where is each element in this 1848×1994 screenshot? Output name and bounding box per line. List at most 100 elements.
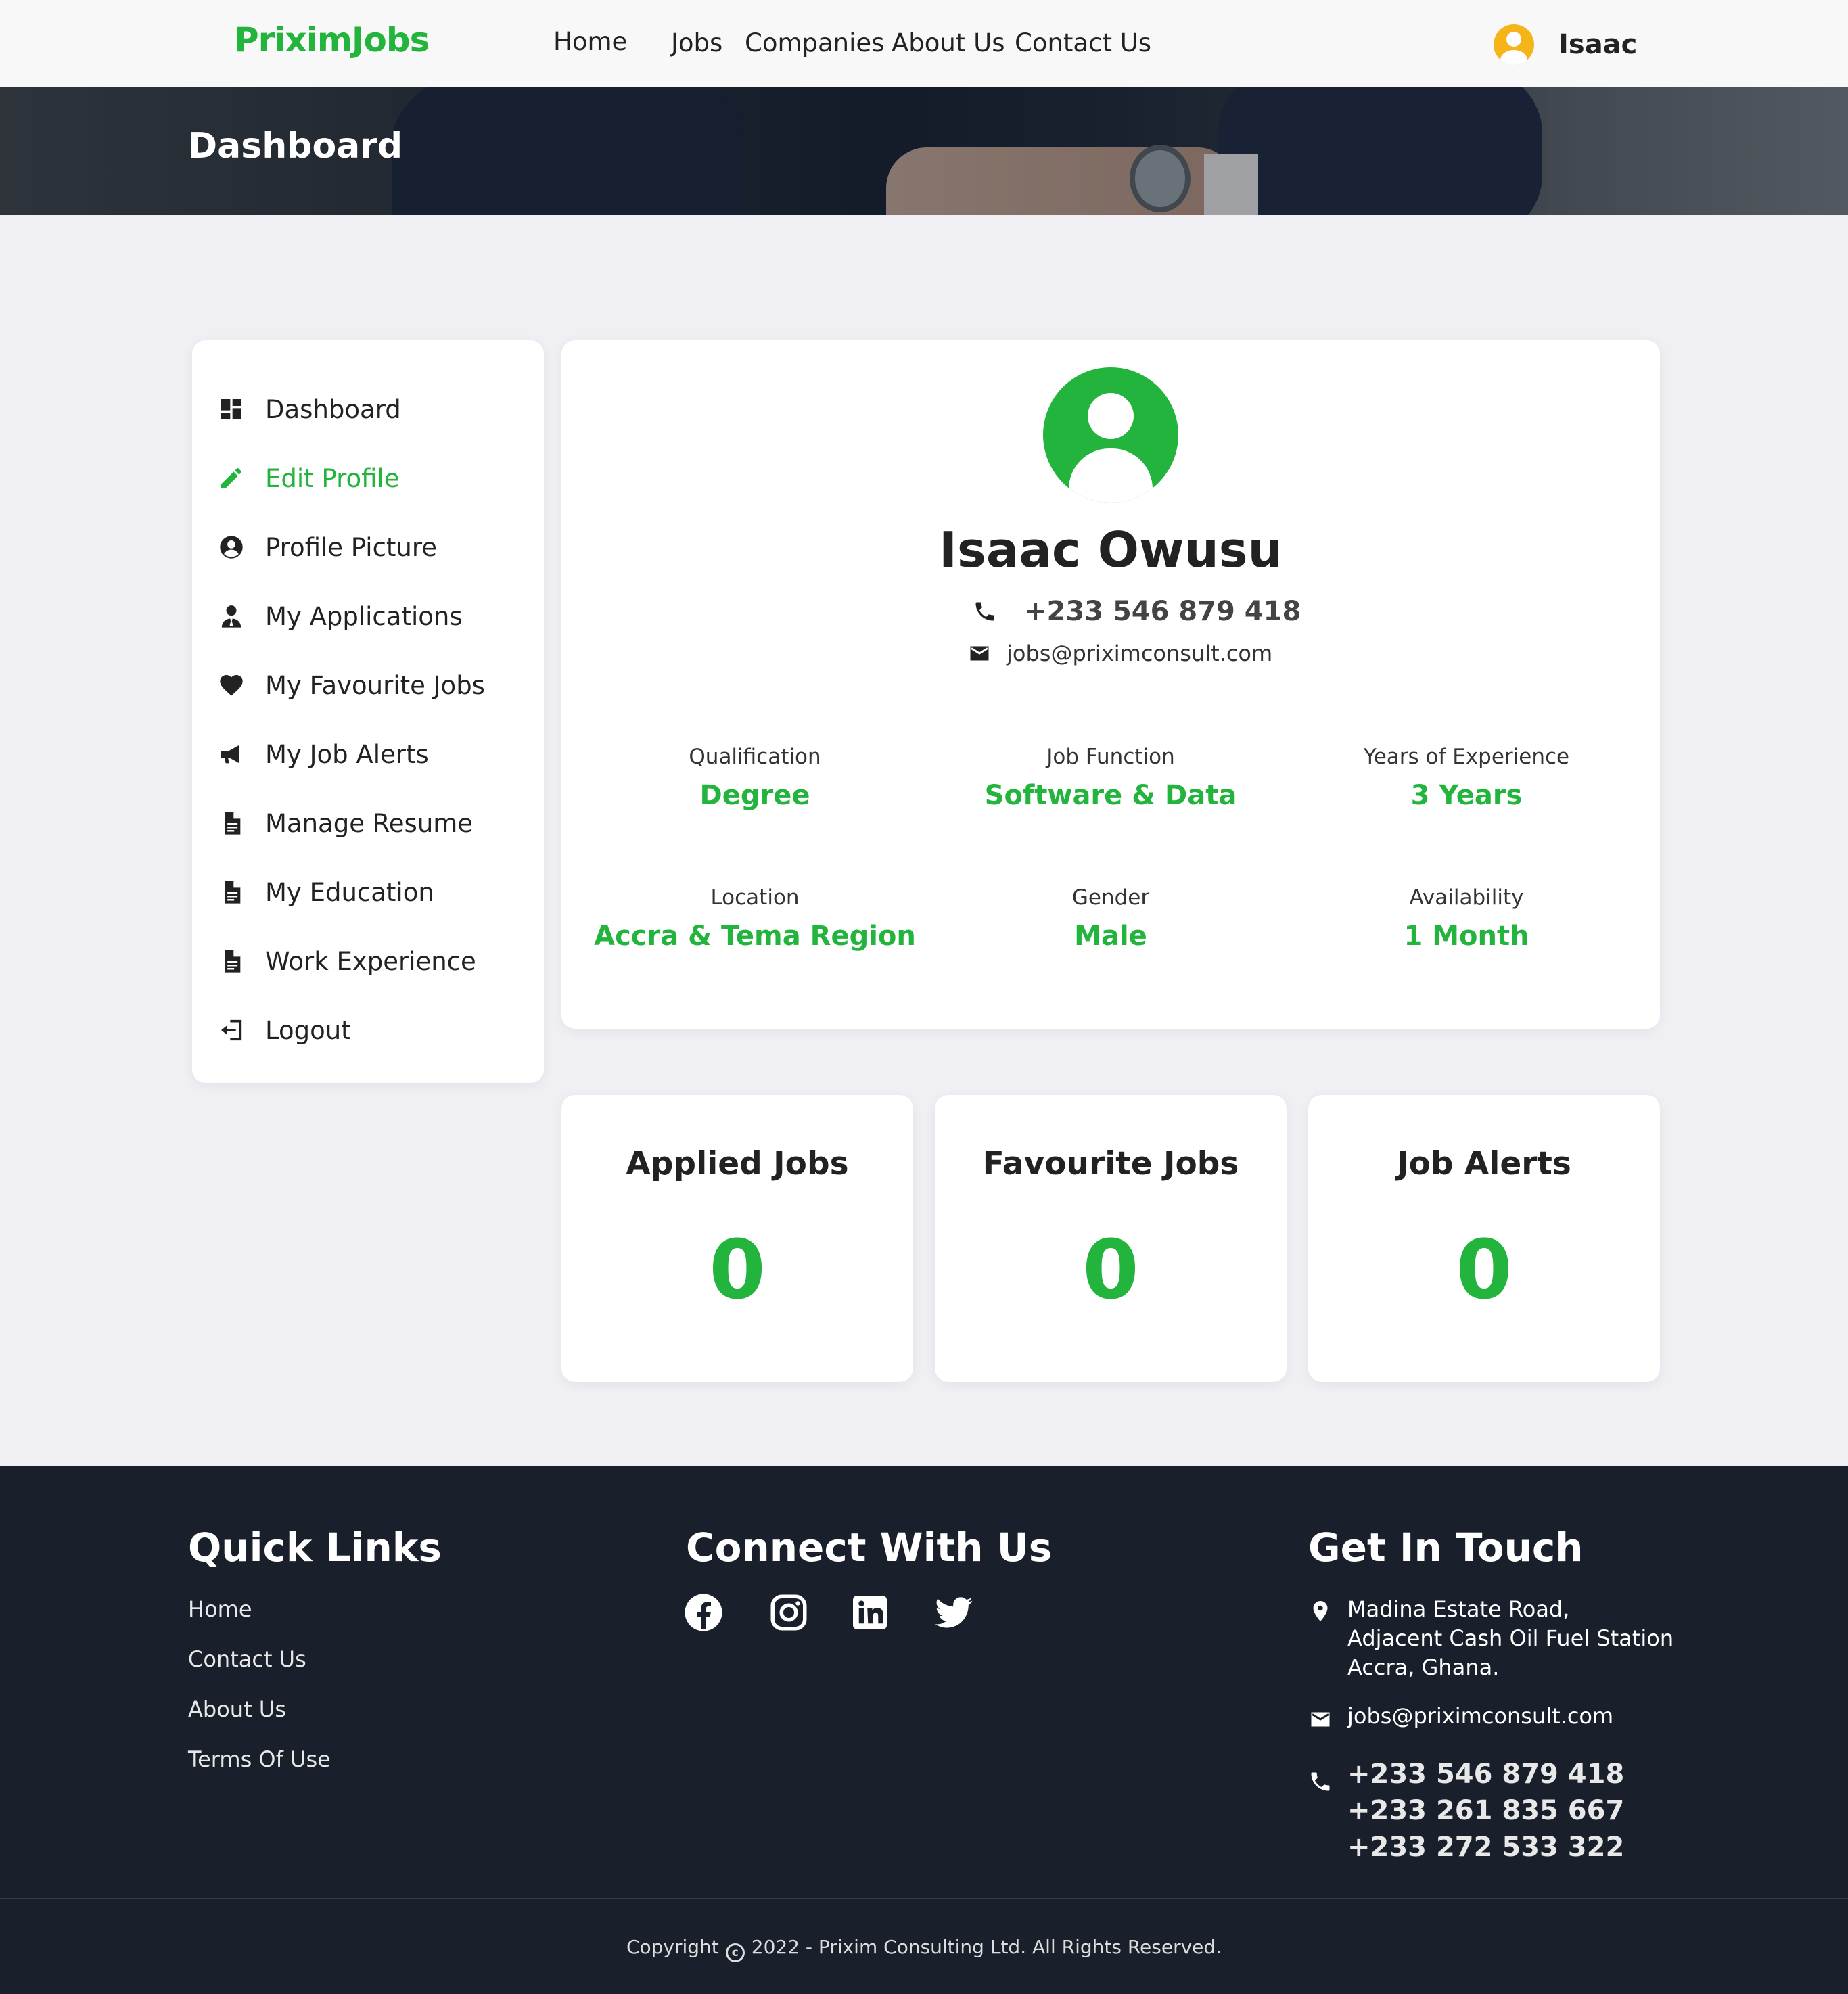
- phone-number[interactable]: +233 546 879 418: [1347, 1756, 1624, 1792]
- footer-link-contact-us[interactable]: Contact Us: [188, 1646, 306, 1672]
- footer-link-about-us[interactable]: About Us: [188, 1696, 286, 1722]
- dashboard-icon: [221, 399, 241, 419]
- instagram-icon[interactable]: [768, 1592, 809, 1633]
- sidebar-item-label: Logout: [265, 1015, 351, 1045]
- footer-phones: +233 546 879 418 +233 261 835 667 +233 2…: [1308, 1756, 1624, 1865]
- sidebar-item-my-favourite-jobs[interactable]: My Favourite Jobs: [218, 665, 485, 705]
- sidebar-item-work-experience[interactable]: Work Experience: [218, 941, 476, 981]
- copyright-prefix: Copyright: [626, 1936, 719, 1958]
- sidebar-item-label: Profile Picture: [265, 532, 438, 562]
- sidebar-item-my-job-alerts[interactable]: My Job Alerts: [218, 734, 429, 774]
- count-value: 0: [1082, 1224, 1139, 1318]
- sidebar-item-label: My Applications: [265, 601, 463, 631]
- address-line-3: Accra, Ghana.: [1347, 1654, 1500, 1680]
- sidebar-item-label: Dashboard: [265, 394, 401, 424]
- stat-label: Location: [710, 885, 800, 910]
- sidebar-item-label: My Favourite Jobs: [265, 670, 485, 700]
- count-title: Applied Jobs: [626, 1145, 849, 1182]
- facebook-icon[interactable]: [683, 1592, 724, 1633]
- sidebar-menu: Dashboard Edit Profile Profile Picture M…: [192, 340, 544, 1083]
- document-icon: [225, 881, 241, 904]
- job-alerts-card[interactable]: Job Alerts 0: [1308, 1095, 1660, 1382]
- address-line-2: Adjacent Cash Oil Fuel Station: [1347, 1625, 1674, 1651]
- phone-number[interactable]: +233 272 533 322: [1347, 1829, 1624, 1865]
- stat-availability: Availability 1 Month: [1291, 885, 1642, 952]
- stat-job-function: Job Function Software & Data: [935, 745, 1287, 811]
- sidebar-item-label: Work Experience: [265, 946, 476, 976]
- site-logo[interactable]: PriximJobs: [234, 20, 430, 60]
- sidebar-item-profile-picture[interactable]: Profile Picture: [218, 527, 437, 567]
- phone-list: +233 546 879 418 +233 261 835 667 +233 2…: [1347, 1756, 1624, 1865]
- logout-icon: [221, 1019, 242, 1041]
- connect-heading: Connect With Us: [686, 1525, 1053, 1571]
- favourite-jobs-card[interactable]: Favourite Jobs 0: [935, 1095, 1287, 1382]
- mail-icon: [1311, 1712, 1330, 1727]
- address-text: Madina Estate Road, Adjacent Cash Oil Fu…: [1347, 1595, 1673, 1682]
- megaphone-icon: [221, 745, 239, 764]
- user-circle-icon: [220, 536, 243, 559]
- get-in-touch-heading: Get In Touch: [1308, 1525, 1584, 1571]
- user-menu[interactable]: Isaac: [1494, 24, 1637, 65]
- footer-link-home[interactable]: Home: [188, 1596, 252, 1622]
- twitter-icon[interactable]: [933, 1592, 974, 1633]
- profile-phone: +233 546 879 418: [1024, 596, 1301, 627]
- pencil-icon: [221, 467, 241, 488]
- stat-value: Software & Data: [984, 780, 1237, 811]
- profile-name: Isaac Owusu: [939, 521, 1283, 578]
- count-title: Job Alerts: [1397, 1145, 1571, 1182]
- stat-value: Male: [1074, 921, 1147, 952]
- stat-label: Years of Experience: [1363, 745, 1570, 769]
- document-icon: [225, 950, 241, 973]
- stat-years-of-experience: Years of Experience 3 Years: [1291, 745, 1642, 811]
- footer-email-text[interactable]: jobs@priximconsult.com: [1347, 1702, 1613, 1731]
- stat-label: Job Function: [1046, 745, 1175, 769]
- top-navbar: PriximJobs Home Jobs Companies About Us …: [0, 0, 1848, 87]
- footer-address: Madina Estate Road, Adjacent Cash Oil Fu…: [1308, 1595, 1673, 1682]
- sidebar-item-manage-resume[interactable]: Manage Resume: [218, 803, 473, 843]
- sidebar-item-my-education[interactable]: My Education: [218, 872, 434, 912]
- applied-jobs-card[interactable]: Applied Jobs 0: [561, 1095, 913, 1382]
- quick-links-heading: Quick Links: [188, 1525, 442, 1571]
- stat-qualification: Qualification Degree: [579, 745, 931, 811]
- document-icon: [225, 812, 241, 835]
- stat-label: Gender: [1071, 885, 1150, 910]
- footer-email: jobs@priximconsult.com: [1308, 1702, 1613, 1732]
- stat-label: Availability: [1409, 885, 1524, 910]
- profile-card: Isaac Owusu +233 546 879 418 jobs@prixim…: [561, 340, 1660, 1029]
- user-avatar-icon: [1494, 24, 1534, 65]
- profile-avatar-icon: [1043, 367, 1178, 503]
- nav-about-us[interactable]: About Us: [892, 28, 1005, 57]
- nav-companies[interactable]: Companies: [745, 28, 884, 57]
- count-title: Favourite Jobs: [982, 1145, 1239, 1182]
- sidebar-item-logout[interactable]: Logout: [218, 1010, 351, 1050]
- phone-number[interactable]: +233 261 835 667: [1347, 1792, 1624, 1829]
- linkedin-icon[interactable]: [850, 1592, 890, 1633]
- sidebar-item-edit-profile[interactable]: Edit Profile: [218, 458, 399, 498]
- sidebar-item-label: My Job Alerts: [265, 739, 429, 769]
- stat-location: Location Accra & Tema Region: [579, 885, 931, 952]
- nav-home[interactable]: Home: [553, 27, 627, 56]
- count-value: 0: [709, 1224, 766, 1318]
- heart-icon: [220, 675, 243, 696]
- footer-link-terms-of-use[interactable]: Terms Of Use: [188, 1746, 331, 1772]
- sidebar-item-dashboard[interactable]: Dashboard: [218, 389, 401, 430]
- stat-value: 1 Month: [1404, 921, 1529, 952]
- stat-gender: Gender Male: [935, 885, 1287, 952]
- profile-email-row: jobs@priximconsult.com: [967, 641, 1272, 666]
- sidebar-item-label: Edit Profile: [265, 463, 400, 493]
- stat-value: 3 Years: [1410, 780, 1523, 811]
- address-line-1: Madina Estate Road,: [1347, 1596, 1570, 1622]
- phone-icon: [1311, 1772, 1330, 1791]
- nav-contact-us[interactable]: Contact Us: [1015, 28, 1151, 57]
- stat-value: Accra & Tema Region: [594, 921, 916, 952]
- count-value: 0: [1456, 1224, 1512, 1318]
- nav-jobs[interactable]: Jobs: [671, 28, 722, 57]
- copyright-icon: c: [725, 1943, 745, 1962]
- mail-icon: [970, 646, 989, 661]
- footer-divider: [0, 1898, 1848, 1899]
- location-pin-icon: [1313, 1601, 1328, 1621]
- copyright-text: 2022 - Prixim Consulting Ltd. All Rights…: [751, 1936, 1222, 1958]
- sidebar-item-my-applications[interactable]: My Applications: [218, 596, 463, 636]
- page-title: Dashboard: [188, 126, 403, 166]
- sidebar-item-label: My Education: [265, 877, 434, 907]
